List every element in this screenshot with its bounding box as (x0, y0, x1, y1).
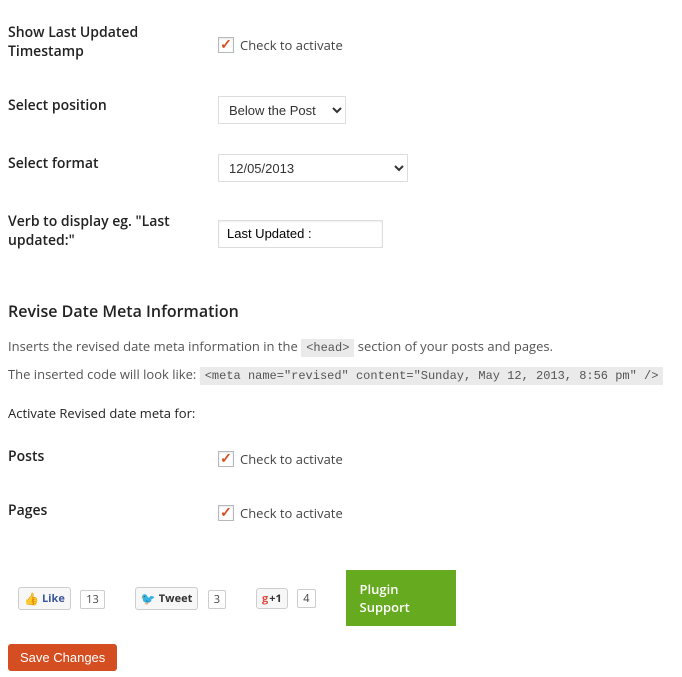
check-icon: ✓ (220, 38, 232, 52)
checkbox-label: Check to activate (240, 450, 343, 468)
show-timestamp-checkbox[interactable]: ✓ Check to activate (218, 36, 664, 54)
activate-label: Activate Revised date meta for: (8, 404, 674, 422)
position-label: Select position (8, 81, 208, 139)
twitter-icon: 🐦 (141, 590, 156, 607)
gplus-count: 4 (297, 589, 315, 608)
plugin-support-button[interactable]: Plugin Support (346, 570, 456, 626)
verb-label: Verb to display eg. "Last updated:" (8, 197, 208, 270)
checkbox-label: Check to activate (240, 504, 343, 522)
tweet-button[interactable]: 🐦Tweet (135, 587, 199, 610)
format-label: Select format (8, 139, 208, 197)
facebook-like-button[interactable]: 👍Like (18, 587, 71, 610)
head-code: <head> (301, 339, 354, 357)
tweet-count: 3 (208, 590, 226, 609)
pages-checkbox[interactable]: ✓ Check to activate (218, 504, 664, 522)
gplus-button[interactable]: g+1 (256, 588, 288, 609)
meta-desc-1: Inserts the revised date meta informatio… (8, 336, 674, 358)
posts-checkbox[interactable]: ✓ Check to activate (218, 450, 664, 468)
thumb-up-icon: 👍 (24, 590, 39, 607)
save-button[interactable]: Save Changes (8, 644, 117, 671)
position-select[interactable]: Below the Post (218, 96, 346, 124)
facebook-like-count: 13 (80, 590, 105, 609)
verb-input[interactable] (218, 220, 383, 248)
google-plus-icon: g (262, 591, 268, 606)
check-icon: ✓ (220, 506, 232, 520)
format-select[interactable]: 12/05/2013 (218, 154, 408, 182)
meta-code: <meta name="revised" content="Sunday, Ma… (200, 367, 664, 385)
checkbox-label: Check to activate (240, 36, 343, 54)
social-row: 👍Like 13 🐦Tweet 3 g+1 4 Plugin Support (18, 570, 674, 626)
pages-label: Pages (8, 486, 208, 540)
meta-desc-2: The inserted code will look like: <meta … (8, 364, 674, 386)
meta-heading: Revise Date Meta Information (8, 300, 674, 322)
show-timestamp-label: Show Last Updated Timestamp (8, 8, 208, 81)
posts-label: Posts (8, 432, 208, 486)
check-icon: ✓ (220, 452, 232, 466)
